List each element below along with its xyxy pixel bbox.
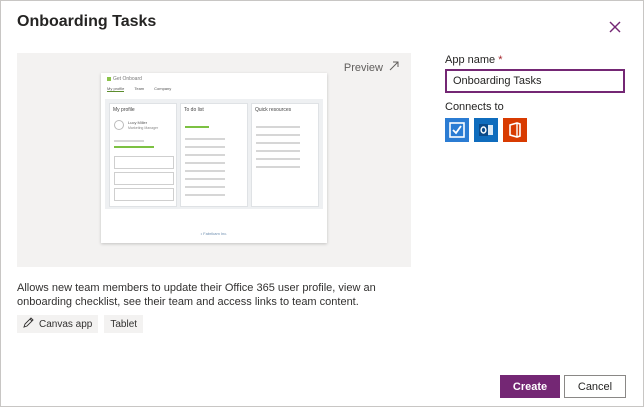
thumbnail-profile-column: My profile Lucy Miller Marketing Manager — [109, 103, 177, 207]
required-marker: * — [498, 54, 503, 66]
preview-pane: Preview Get Onboard My profile Team Comp… — [17, 53, 411, 267]
app-name-input[interactable] — [445, 69, 625, 93]
app-tags: Canvas app Tablet — [17, 315, 144, 333]
open-external-icon — [389, 61, 399, 74]
pencil-icon — [23, 317, 34, 331]
thumbnail-footer: • Fabrikam Inc. — [200, 231, 228, 236]
tag-label: Tablet — [110, 318, 138, 330]
app-description: Allows new team members to update their … — [17, 282, 376, 308]
connects-to-label: Connects to — [445, 101, 504, 113]
outlook-icon — [474, 118, 498, 142]
tag-canvas-app: Canvas app — [17, 315, 99, 333]
planner-icon — [445, 118, 469, 142]
close-icon[interactable] — [605, 17, 625, 37]
tag-tablet: Tablet — [104, 315, 144, 333]
create-app-dialog: Onboarding Tasks Preview Get Onboard My … — [0, 0, 644, 407]
app-thumbnail[interactable]: Get Onboard My profile Team Company My p… — [101, 73, 327, 243]
preview-link[interactable]: Preview — [344, 61, 399, 74]
office-icon — [503, 118, 527, 142]
preview-link-label: Preview — [343, 61, 383, 74]
app-name-label: App name * — [445, 54, 503, 66]
thumbnail-tabs: My profile Team Company — [107, 86, 172, 92]
thumbnail-header: Get Onboard — [101, 73, 327, 83]
create-button[interactable]: Create — [500, 375, 560, 398]
cancel-button[interactable]: Cancel — [564, 375, 626, 398]
dialog-title: Onboarding Tasks — [17, 13, 157, 30]
tag-label: Canvas app — [39, 318, 93, 330]
thumbnail-resources-column: Quick resources — [251, 103, 319, 207]
connector-list — [445, 118, 527, 142]
thumbnail-body: My profile Lucy Miller Marketing Manager… — [105, 99, 323, 209]
thumbnail-todo-column: To do list — [180, 103, 248, 207]
